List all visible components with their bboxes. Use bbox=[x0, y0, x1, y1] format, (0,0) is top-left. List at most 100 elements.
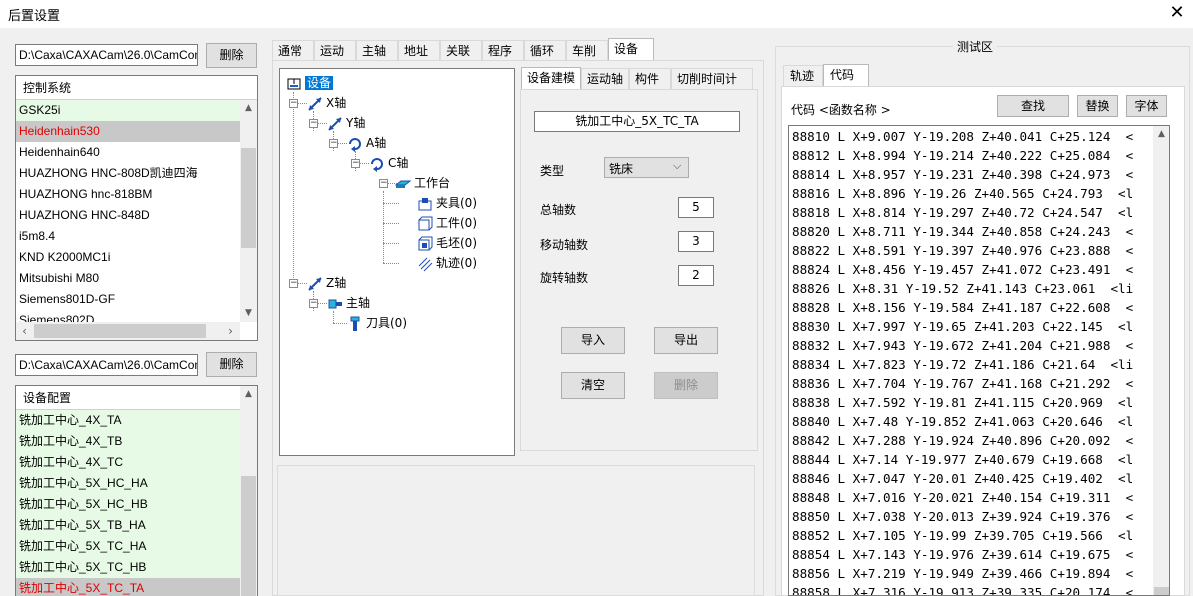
expand-y-axis-icon[interactable]: − bbox=[309, 119, 318, 128]
list-item[interactable]: Heidenhain640 bbox=[16, 142, 240, 163]
tab-1[interactable]: 代码 bbox=[823, 64, 869, 87]
code-line: 88846 L X+7.047 Y-20.01 Z+40.425 C+19.40… bbox=[792, 471, 1134, 486]
font-button[interactable]: 字体 bbox=[1126, 95, 1167, 117]
device-tree[interactable]: − − − − − − − 设备 X轴 Y轴 A轴 C轴 工作台 夹具(0) 工… bbox=[279, 68, 515, 456]
delete-node-button[interactable]: 删除 bbox=[654, 372, 718, 399]
import-button[interactable]: 导入 bbox=[561, 327, 625, 354]
list-item[interactable]: 铣加工中心_4X_TA bbox=[16, 410, 240, 431]
find-button[interactable]: 查找 bbox=[997, 95, 1069, 117]
scroll-up-icon[interactable]: ▲ bbox=[240, 386, 257, 403]
vertical-scrollbar[interactable]: ▲ bbox=[240, 386, 257, 596]
tab-3[interactable]: 地址 bbox=[398, 40, 440, 62]
code-line: 88844 L X+7.14 Y-19.977 Z+40.679 C+19.66… bbox=[792, 452, 1134, 467]
tree-node-spindle[interactable]: 主轴 bbox=[327, 294, 370, 312]
list-item[interactable]: GSK25i bbox=[16, 100, 240, 121]
tab-0[interactable]: 轨迹 bbox=[783, 65, 823, 87]
rotary-axes-field[interactable]: 2 bbox=[678, 265, 714, 286]
list-item[interactable]: 铣加工中心_5X_TC_TA bbox=[16, 578, 240, 596]
list-item[interactable]: 铣加工中心_5X_TC_HA bbox=[16, 536, 240, 557]
type-select[interactable]: 铣床 ⌵ bbox=[604, 157, 689, 178]
move-axes-field[interactable]: 3 bbox=[678, 231, 714, 252]
tree-node-device[interactable]: 设备 bbox=[286, 74, 334, 92]
list-item[interactable]: 铣加工中心_5X_TC_HB bbox=[16, 557, 240, 578]
tab-0[interactable]: 通常 bbox=[272, 40, 314, 62]
tab-1[interactable]: 运动轴 bbox=[581, 68, 629, 90]
tree-node-x-axis[interactable]: X轴 bbox=[307, 94, 346, 112]
tab-2[interactable]: 主轴 bbox=[356, 40, 398, 62]
tree-node-workpiece[interactable]: 工件(0) bbox=[417, 214, 477, 232]
scroll-right-icon[interactable]: › bbox=[222, 322, 239, 340]
tree-node-fixture[interactable]: 夹具(0) bbox=[417, 194, 477, 212]
code-editor[interactable]: 88810 L X+9.007 Y-19.208 Z+40.041 C+25.1… bbox=[788, 125, 1170, 596]
code-line: 88818 L X+8.814 Y-19.297 Z+40.72 C+24.54… bbox=[792, 205, 1134, 220]
expand-table-icon[interactable]: − bbox=[379, 179, 388, 188]
scroll-thumb[interactable] bbox=[241, 148, 256, 248]
export-button[interactable]: 导出 bbox=[654, 327, 718, 354]
list-item[interactable]: 铣加工中心_4X_TB bbox=[16, 431, 240, 452]
tab-0[interactable]: 设备建模 bbox=[521, 67, 581, 90]
scroll-thumb[interactable] bbox=[241, 476, 256, 596]
list-item[interactable]: Siemens801D-GF bbox=[16, 289, 240, 310]
expand-z-axis-icon[interactable]: − bbox=[289, 279, 298, 288]
expand-spindle-icon[interactable]: − bbox=[309, 299, 318, 308]
config-path-field[interactable]: D:\Caxa\CAXACam\26.0\CamConfig\ bbox=[15, 44, 198, 66]
list-item[interactable]: 铣加工中心_5X_TB_HA bbox=[16, 515, 240, 536]
tree-node-c-axis[interactable]: C轴 bbox=[369, 154, 408, 172]
scroll-up-icon[interactable]: ▲ bbox=[1153, 126, 1169, 143]
tab-1[interactable]: 运动 bbox=[314, 40, 356, 62]
list-item[interactable]: HUAZHONG hnc-818BM bbox=[16, 184, 240, 205]
scroll-left-icon[interactable]: ‹ bbox=[16, 322, 33, 340]
scroll-down-icon[interactable]: ▼ bbox=[240, 305, 257, 322]
list-item[interactable]: KND K2000MC1i bbox=[16, 247, 240, 268]
expand-x-axis-icon[interactable]: − bbox=[289, 99, 298, 108]
tree-node-blank[interactable]: 毛坯(0) bbox=[417, 234, 477, 252]
list-item[interactable]: 铣加工中心_5X_HC_HB bbox=[16, 494, 240, 515]
scroll-thumb[interactable] bbox=[1154, 587, 1169, 595]
device-name-field[interactable]: 铣加工中心_5X_TC_TA bbox=[534, 111, 740, 132]
tab-8[interactable]: 设备 bbox=[608, 38, 654, 62]
list-item[interactable]: HUAZHONG HNC-808D凯迪四海 bbox=[16, 163, 240, 184]
code-line: 88834 L X+7.823 Y-19.72 Z+41.186 C+21.64… bbox=[792, 357, 1134, 372]
delete-config-button[interactable]: 删除 bbox=[206, 43, 257, 68]
tree-node-table[interactable]: 工作台 bbox=[394, 174, 450, 192]
tab-2[interactable]: 构件 bbox=[629, 68, 671, 90]
workpiece-icon bbox=[417, 216, 433, 232]
tab-5[interactable]: 程序 bbox=[482, 40, 524, 62]
tree-label: C轴 bbox=[388, 156, 409, 170]
clear-button[interactable]: 清空 bbox=[561, 372, 625, 399]
tree-node-z-axis[interactable]: Z轴 bbox=[307, 274, 346, 292]
vertical-scrollbar[interactable]: ▲ ▼ bbox=[240, 100, 257, 322]
list-item[interactable]: HUAZHONG HNC-848D bbox=[16, 205, 240, 226]
move-axes-label: 移动轴数 bbox=[540, 238, 589, 252]
tab-4[interactable]: 关联 bbox=[440, 40, 482, 62]
linear-axis-icon bbox=[327, 116, 343, 132]
hscroll-thumb[interactable] bbox=[34, 324, 206, 338]
delete-device-button[interactable]: 删除 bbox=[206, 352, 257, 377]
test-area-title: 测试区 bbox=[953, 38, 998, 55]
expand-a-axis-icon[interactable]: − bbox=[329, 139, 338, 148]
list-item[interactable]: Siemens802D bbox=[16, 310, 240, 322]
close-icon[interactable]: ✕ bbox=[1166, 2, 1188, 24]
list-item[interactable]: Heidenhain530 bbox=[16, 121, 240, 142]
replace-button[interactable]: 替换 bbox=[1077, 95, 1118, 117]
tab-7[interactable]: 车削 bbox=[566, 40, 608, 62]
code-line: 88854 L X+7.143 Y-19.976 Z+39.614 C+19.6… bbox=[792, 547, 1134, 562]
tool-icon bbox=[347, 316, 363, 332]
tree-label: 工件(0) bbox=[436, 216, 477, 230]
list-item[interactable]: 铣加工中心_5X_HC_HA bbox=[16, 473, 240, 494]
tree-node-y-axis[interactable]: Y轴 bbox=[327, 114, 365, 132]
tab-6[interactable]: 循环 bbox=[524, 40, 566, 62]
expand-c-axis-icon[interactable]: − bbox=[351, 159, 360, 168]
list-item[interactable]: Mitsubishi M80 bbox=[16, 268, 240, 289]
tree-node-a-axis[interactable]: A轴 bbox=[347, 134, 386, 152]
horizontal-scrollbar[interactable]: ‹ › bbox=[16, 322, 240, 340]
device-path-field[interactable]: D:\Caxa\CAXACam\26.0\CamConfig\ bbox=[15, 354, 198, 376]
tree-node-path[interactable]: 轨迹(0) bbox=[417, 254, 477, 272]
tab-3[interactable]: 切削时间计算 bbox=[671, 68, 753, 106]
list-item[interactable]: 铣加工中心_4X_TC bbox=[16, 452, 240, 473]
total-axes-field[interactable]: 5 bbox=[678, 197, 714, 218]
vertical-scrollbar[interactable]: ▲ bbox=[1153, 126, 1169, 595]
list-item[interactable]: i5m8.4 bbox=[16, 226, 240, 247]
tree-node-tool[interactable]: 刀具(0) bbox=[347, 314, 407, 332]
scroll-up-icon[interactable]: ▲ bbox=[240, 100, 257, 117]
